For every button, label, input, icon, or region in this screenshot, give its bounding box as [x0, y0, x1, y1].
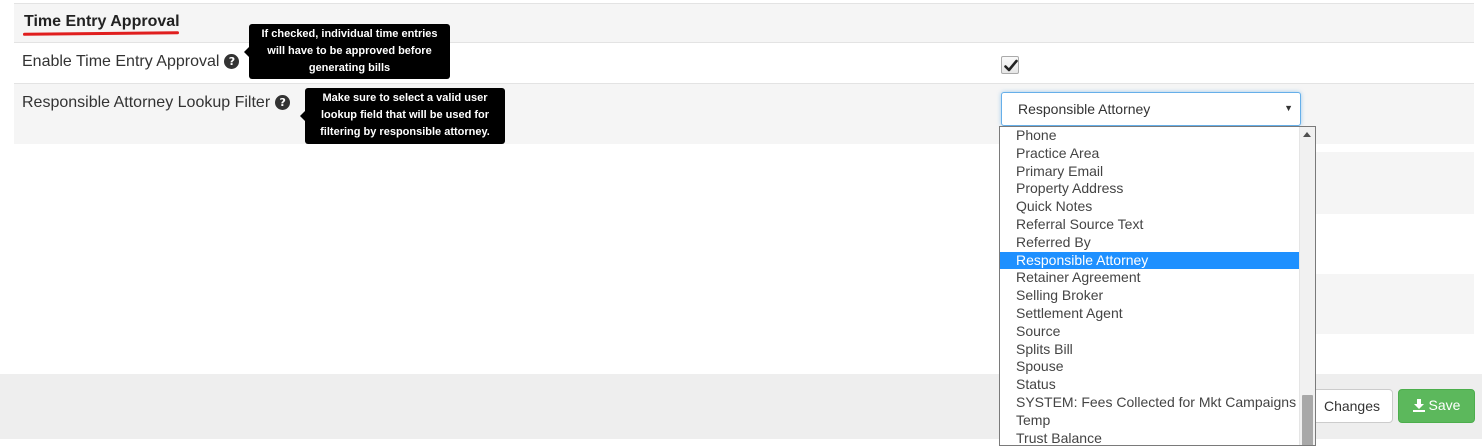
save-button[interactable]: Save	[1398, 389, 1475, 423]
dropdown-option[interactable]: Referred By	[1000, 234, 1299, 252]
scroll-up-arrow-icon[interactable]	[1303, 132, 1311, 137]
dropdown-option[interactable]: Primary Email	[1000, 163, 1299, 181]
dropdown-option[interactable]: Property Address	[1000, 180, 1299, 198]
tooltip-line: generating bills	[308, 62, 391, 74]
dropdown-option[interactable]: Phone	[1000, 127, 1299, 145]
lookup-filter-label: Responsible Attorney Lookup Filter?	[22, 94, 291, 112]
background-panel	[1316, 274, 1474, 334]
dropdown-option[interactable]: Spouse	[1000, 358, 1299, 376]
dropdown-option[interactable]: Trust Balance	[1000, 430, 1299, 445]
lookup-filter-dropdown-list[interactable]: Phone Practice Area Primary Email Property …	[999, 126, 1316, 446]
save-button-label: Save	[1428, 397, 1461, 413]
tooltip-line: If checked, individual time entries	[261, 28, 438, 40]
enable-approval-label: Enable Time Entry Approval?	[22, 53, 240, 71]
enable-approval-label-text: Enable Time Entry Approval	[22, 53, 220, 70]
dropdown-option[interactable]: Source	[1000, 323, 1299, 341]
dropdown-option[interactable]: Practice Area	[1000, 145, 1299, 163]
dropdown-options: Phone Practice Area Primary Email Property …	[1000, 127, 1299, 445]
scrollbar-thumb[interactable]	[1302, 395, 1313, 445]
dropdown-option[interactable]: Responsible Attorney	[1000, 251, 1299, 270]
dropdown-option[interactable]: Splits Bill	[1000, 341, 1299, 359]
dropdown-option[interactable]: Retainer Agreement	[1000, 269, 1299, 287]
dropdown-option[interactable]: Temp	[1000, 412, 1299, 430]
select-value: Responsible Attorney	[1018, 101, 1151, 117]
tooltip-line: lookup field that will be used for	[320, 109, 490, 121]
tooltip-line: Make sure to select a valid user	[322, 92, 488, 104]
enable-approval-checkbox[interactable]	[1001, 56, 1019, 74]
check-icon	[1004, 59, 1018, 72]
dropdown-option[interactable]: Quick Notes	[1000, 198, 1299, 216]
setting-row-enable-approval: Enable Time Entry Approval?	[14, 43, 1474, 84]
lookup-filter-select[interactable]: Responsible Attorney ▼	[1001, 92, 1301, 126]
enable-approval-tooltip: If checked, individual time entries will…	[244, 24, 450, 79]
lookup-filter-label-text: Responsible Attorney Lookup Filter	[22, 94, 271, 111]
question-circle-icon[interactable]: ?	[275, 95, 291, 110]
dropdown-option[interactable]: Status	[1000, 376, 1299, 394]
dropdown-arrow-icon: ▼	[1284, 103, 1293, 113]
download-icon	[1412, 399, 1425, 415]
background-panel	[1316, 152, 1474, 214]
section-title: Time Entry Approval	[24, 13, 180, 30]
tooltip-line: filtering by responsible attorney.	[320, 126, 490, 138]
question-circle-icon[interactable]: ?	[224, 54, 240, 69]
title-underline-annotation	[22, 31, 180, 36]
dropdown-option[interactable]: Selling Broker	[1000, 287, 1299, 305]
section-header: Time Entry Approval	[14, 3, 1474, 43]
dropdown-option[interactable]: Referral Source Text	[1000, 216, 1299, 234]
dropdown-option[interactable]: SYSTEM: Fees Collected for Mkt Campaigns	[1000, 394, 1299, 412]
dropdown-scrollbar[interactable]	[1299, 127, 1315, 445]
lookup-filter-tooltip: Make sure to select a valid user lookup …	[300, 88, 505, 144]
tooltip-line: will have to be approved before	[267, 45, 432, 57]
dropdown-option[interactable]: Settlement Agent	[1000, 305, 1299, 323]
